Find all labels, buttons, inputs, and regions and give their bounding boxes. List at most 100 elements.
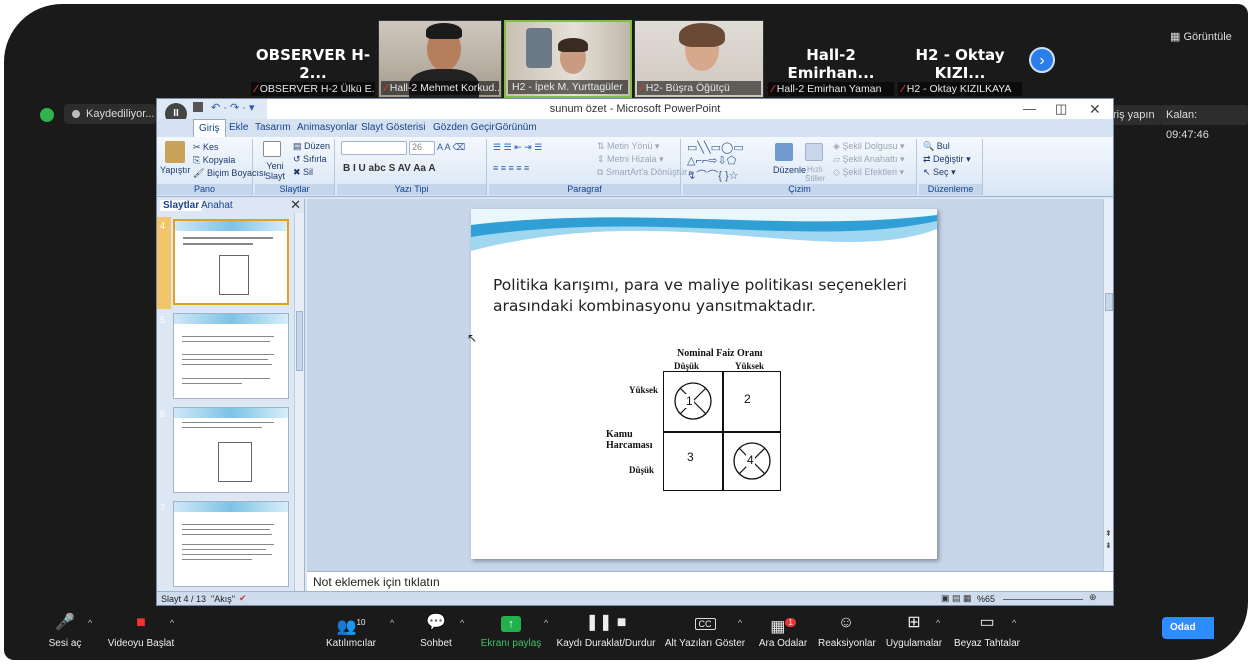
new-slide-button[interactable]: Yeni Slayt <box>260 161 290 181</box>
font-format-icons[interactable]: B I U abc S AV Aa A <box>343 163 436 174</box>
notes-pane[interactable]: Not eklemek için tıklatın <box>307 571 1113 591</box>
view-menu[interactable]: ▦ Görüntüle <box>1170 30 1232 43</box>
unmute-button[interactable]: 🎤 Sesi aç <box>48 612 82 649</box>
zoom-level[interactable]: %65 <box>977 594 995 604</box>
reactions-button[interactable]: ☺ Reaksiyonlar <box>818 612 876 649</box>
font-size-box[interactable]: 26 <box>409 141 435 155</box>
share-screen-button[interactable]: ↑ Ekranı paylaş <box>480 612 542 649</box>
shape-outline-button[interactable]: ▱ Şekil Anahattı ▾ <box>833 154 905 165</box>
font-grow-shrink-icon[interactable]: A A ⌫ <box>437 142 465 153</box>
slide-thumbnail[interactable] <box>173 501 289 587</box>
tab-anahat[interactable]: Anahat <box>201 200 233 211</box>
arrange-icon[interactable] <box>775 143 793 161</box>
select-button[interactable]: ↖ Seç ▾ <box>923 167 956 178</box>
slide-thumbnail[interactable] <box>173 407 289 493</box>
participant-tile[interactable]: Hall-2 Emirhan... ⁄ Hall-2 Emirhan Yaman <box>766 20 896 98</box>
paste-button[interactable]: Yapıştır <box>160 165 190 175</box>
reset-button[interactable]: ↺ Sıfırla <box>293 154 327 165</box>
tab-slaytlar[interactable]: Slaytlar <box>160 200 203 211</box>
paste-icon[interactable] <box>165 141 185 163</box>
scrollbar-thumb[interactable] <box>296 311 303 371</box>
tab-tasarim[interactable]: Tasarım <box>255 122 291 133</box>
chevron-up-icon[interactable]: ^ <box>170 618 174 628</box>
scrollbar-thumb[interactable] <box>1105 293 1113 311</box>
spelling-icon[interactable]: ✔ <box>239 593 247 604</box>
security-shield-icon[interactable] <box>40 108 54 122</box>
arrange-button[interactable]: Düzenle <box>773 165 806 175</box>
prev-slide-icon[interactable]: ⇞ <box>1105 529 1112 538</box>
zoom-slider[interactable] <box>1003 599 1083 600</box>
shape-fill-button[interactable]: ◈ Şekil Dolgusu ▾ <box>833 141 904 152</box>
cut-button[interactable]: ✂ Kes <box>193 142 219 153</box>
text-direction-button[interactable]: ⇅ Metin Yönü ▾ <box>597 141 659 152</box>
chevron-up-icon[interactable]: ^ <box>390 618 394 628</box>
minimize-icon[interactable]: — <box>1023 101 1036 116</box>
chevron-up-icon[interactable]: ^ <box>460 618 464 628</box>
start-video-button[interactable]: ■ Videoyu Başlat <box>106 612 176 649</box>
pause-stop-icon: ❚❚ ■ <box>585 614 627 631</box>
quick-styles-icon[interactable] <box>805 143 823 161</box>
chevron-up-icon[interactable]: ^ <box>88 618 92 628</box>
chevron-up-icon[interactable]: ^ <box>1012 618 1016 628</box>
list-icons[interactable]: ☰ ☰ ⇤ ⇥ ☰ <box>493 142 542 153</box>
slide-scrollbar[interactable]: ⇞ ⇟ <box>1103 199 1113 571</box>
breakout-rooms-button[interactable]: ▦ 1 Ara Odalar <box>756 612 810 649</box>
show-captions-button[interactable]: CC Alt Yazıları Göster <box>664 612 746 649</box>
align-text-button[interactable]: ⇕ Metni Hizala ▾ <box>597 154 664 165</box>
participant-video-tile[interactable]: ⁄ H2- Büşra Öğütçü <box>634 20 764 98</box>
maximize-icon[interactable]: ◫ <box>1055 101 1067 117</box>
tab-gozden-gecir[interactable]: Gözden Geçir <box>433 122 495 133</box>
find-button[interactable]: 🔍 Bul <box>923 141 950 152</box>
group-label: Paragraf <box>489 184 680 195</box>
replace-button[interactable]: ⇄ Değiştir ▾ <box>923 154 971 165</box>
tab-gorunum[interactable]: Görünüm <box>495 122 537 133</box>
chat-button[interactable]: 💬 Sohbet <box>418 612 454 649</box>
row-axis-label-2: Harcaması <box>606 440 653 451</box>
close-icon[interactable]: ✕ <box>1089 101 1101 118</box>
whiteboards-button[interactable]: ▭ Beyaz Tahtalar <box>954 612 1020 649</box>
quick-styles-button[interactable]: Hızlı Stiller <box>803 165 827 183</box>
participant-tile[interactable]: H2 - Oktay KIZI... ⁄ H2 - Oktay KIZILKAYA <box>896 20 1024 98</box>
slides-pane-scrollbar[interactable] <box>294 213 304 591</box>
next-slide-icon[interactable]: ⇟ <box>1105 541 1112 550</box>
current-slide[interactable]: Politika karışımı, para ve maliye politi… <box>471 209 937 559</box>
shapes-gallery[interactable]: ▭╲╲▭◯▭ <box>687 141 744 154</box>
chevron-up-icon[interactable]: ^ <box>738 618 742 628</box>
chevron-up-icon[interactable]: ^ <box>936 618 940 628</box>
font-name-box[interactable] <box>341 141 407 155</box>
layout-button[interactable]: ▤ Düzen <box>293 141 330 152</box>
smartart-button[interactable]: ⧉ SmartArt'a Dönüştür ▾ <box>597 167 693 178</box>
recording-indicator[interactable]: Kaydediliyor... <box>64 104 156 124</box>
shape-effects-button[interactable]: ◇ Şekil Efektleri ▾ <box>833 167 904 178</box>
next-page-arrow-icon[interactable]: › <box>1029 47 1055 73</box>
participant-video-tile[interactable]: ⁄ Hall-2 Mehmet Korkud... <box>378 20 502 109</box>
participant-tile[interactable]: OBSERVER H-2... ⁄ OBSERVER H-2 Ülkü E... <box>249 20 377 98</box>
participant-video-tile-active[interactable]: H2 - İpek M. Yurttagüler <box>504 20 632 98</box>
group-cizim: ▭╲╲▭◯▭ △⌐⌐⇨⇩⬠ ↯⌒⌒{ }☆ Düzenle Hızlı Stil… <box>683 139 917 195</box>
participants-button[interactable]: 👥10 Katılımcılar <box>322 612 380 649</box>
thumb-wave <box>175 221 287 231</box>
tab-slayt-gosterisi[interactable]: Slayt Gösterisi <box>361 122 425 133</box>
tab-ekle[interactable]: Ekle <box>229 122 248 133</box>
view-buttons-icon[interactable]: ▣ ▤ ▦ <box>941 593 972 604</box>
copy-button[interactable]: ⎘ Kopyala <box>193 155 235 166</box>
shapes-gallery-row3[interactable]: ↯⌒⌒{ }☆ <box>687 167 738 183</box>
delete-button[interactable]: ✖ Sil <box>293 167 313 178</box>
thumb-text-line <box>182 383 242 384</box>
align-icons[interactable]: ≡ ≡ ≡ ≡ ≡ <box>493 163 529 173</box>
slide-thumbnail[interactable] <box>173 313 289 399</box>
shapes-gallery-row2[interactable]: △⌐⌐⇨⇩⬠ <box>687 154 736 167</box>
new-slide-icon[interactable] <box>263 141 281 157</box>
fit-slide-icon[interactable]: ⊕ <box>1089 592 1097 603</box>
theme-name: "Akış" <box>211 594 235 604</box>
tab-animasyonlar[interactable]: Animasyonlar <box>297 122 358 133</box>
slide-thumbnail-selected[interactable] <box>173 219 289 305</box>
tab-giris[interactable]: Giriş <box>193 119 226 137</box>
chat-label: Sohbet <box>420 638 452 649</box>
pause-stop-recording-button[interactable]: ❚❚ ■ Kaydı Duraklat/Durdur <box>554 612 658 649</box>
close-pane-icon[interactable]: ✕ <box>290 197 301 213</box>
slide-editing-area[interactable]: Politika karışımı, para ve maliye politi… <box>307 199 1103 571</box>
chevron-up-icon[interactable]: ^ <box>544 618 548 628</box>
slide-body-text[interactable]: Politika karışımı, para ve maliye politi… <box>493 275 923 317</box>
end-meeting-button[interactable]: Odad <box>1162 617 1214 639</box>
